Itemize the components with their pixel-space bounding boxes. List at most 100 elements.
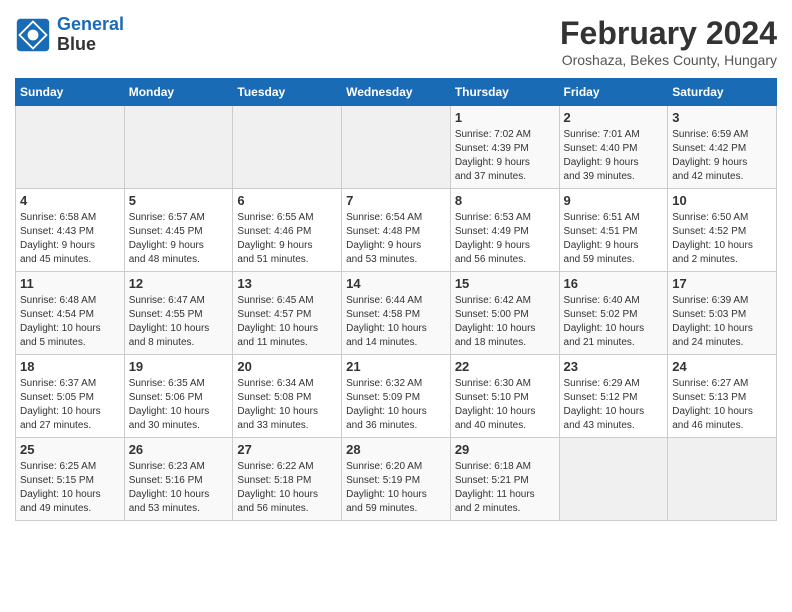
logo-text: General Blue <box>57 15 124 55</box>
calendar-cell: 19 Sunrise: 6:35 AM Sunset: 5:06 PM Dayli… <box>124 355 233 438</box>
calendar-cell: 8 Sunrise: 6:53 AM Sunset: 4:49 PM Daylig… <box>450 189 559 272</box>
calendar-cell: 23 Sunrise: 6:29 AM Sunset: 5:12 PM Dayli… <box>559 355 668 438</box>
calendar-cell <box>342 106 451 189</box>
weekday-header-row: SundayMondayTuesdayWednesdayThursdayFrid… <box>16 79 777 106</box>
calendar-cell: 27 Sunrise: 6:22 AM Sunset: 5:18 PM Dayli… <box>233 438 342 521</box>
day-info: Sunrise: 6:37 AM Sunset: 5:05 PM Dayligh… <box>20 377 120 433</box>
calendar-cell: 13 Sunrise: 6:45 AM Sunset: 4:57 PM Dayli… <box>233 272 342 355</box>
calendar-cell: 2Sunrise: 7:01 AM Sunset: 4:40 PM Daylig… <box>559 106 668 189</box>
day-info: Sunrise: 6:29 AM Sunset: 5:12 PM Dayligh… <box>564 377 664 433</box>
calendar-table: SundayMondayTuesdayWednesdayThursdayFrid… <box>15 78 777 521</box>
calendar-cell: 15 Sunrise: 6:42 AM Sunset: 5:00 PM Dayli… <box>450 272 559 355</box>
day-info: Sunrise: 6:59 AM Sunset: 4:42 PM Dayligh… <box>672 128 772 184</box>
calendar-cell: 21Sunrise: 6:32 AM Sunset: 5:09 PM Dayli… <box>342 355 451 438</box>
month-title: February 2024 <box>560 15 777 52</box>
day-info: Sunrise: 6:35 AM Sunset: 5:06 PM Dayligh… <box>129 377 229 433</box>
calendar-cell: 25Sunrise: 6:25 AM Sunset: 5:15 PM Dayli… <box>16 438 125 521</box>
day-number: 16 <box>564 276 664 291</box>
day-info: Sunrise: 6:34 AM Sunset: 5:08 PM Dayligh… <box>237 377 337 433</box>
calendar-cell: 16 Sunrise: 6:40 AM Sunset: 5:02 PM Dayli… <box>559 272 668 355</box>
calendar-cell: 12 Sunrise: 6:47 AM Sunset: 4:55 PM Dayli… <box>124 272 233 355</box>
day-number: 17 <box>672 276 772 291</box>
calendar-cell: 9Sunrise: 6:51 AM Sunset: 4:51 PM Daylig… <box>559 189 668 272</box>
day-number: 23 <box>564 359 664 374</box>
day-number: 29 <box>455 442 555 457</box>
day-info: Sunrise: 6:55 AM Sunset: 4:46 PM Dayligh… <box>237 211 337 267</box>
day-info: Sunrise: 6:23 AM Sunset: 5:16 PM Dayligh… <box>129 460 229 516</box>
day-number: 7 <box>346 193 446 208</box>
calendar-cell: 20Sunrise: 6:34 AM Sunset: 5:08 PM Dayli… <box>233 355 342 438</box>
day-info: Sunrise: 6:18 AM Sunset: 5:21 PM Dayligh… <box>455 460 555 516</box>
calendar-cell: 26 Sunrise: 6:23 AM Sunset: 5:16 PM Dayli… <box>124 438 233 521</box>
day-info: Sunrise: 6:53 AM Sunset: 4:49 PM Dayligh… <box>455 211 555 267</box>
day-number: 8 <box>455 193 555 208</box>
day-info: Sunrise: 6:40 AM Sunset: 5:02 PM Dayligh… <box>564 294 664 350</box>
title-block: February 2024 Oroshaza, Bekes County, Hu… <box>560 15 777 68</box>
calendar-cell: 10 Sunrise: 6:50 AM Sunset: 4:52 PM Dayli… <box>668 189 777 272</box>
day-info: Sunrise: 6:22 AM Sunset: 5:18 PM Dayligh… <box>237 460 337 516</box>
day-info: Sunrise: 6:32 AM Sunset: 5:09 PM Dayligh… <box>346 377 446 433</box>
day-info: Sunrise: 6:50 AM Sunset: 4:52 PM Dayligh… <box>672 211 772 267</box>
day-info: Sunrise: 6:39 AM Sunset: 5:03 PM Dayligh… <box>672 294 772 350</box>
day-number: 22 <box>455 359 555 374</box>
calendar-cell: 11 Sunrise: 6:48 AM Sunset: 4:54 PM Dayli… <box>16 272 125 355</box>
day-number: 27 <box>237 442 337 457</box>
day-number: 14 <box>346 276 446 291</box>
calendar-cell <box>668 438 777 521</box>
weekday-header: Sunday <box>16 79 125 106</box>
day-number: 11 <box>20 276 120 291</box>
calendar-cell <box>124 106 233 189</box>
day-number: 13 <box>237 276 337 291</box>
calendar-cell: 7 Sunrise: 6:54 AM Sunset: 4:48 PM Daylig… <box>342 189 451 272</box>
day-number: 24 <box>672 359 772 374</box>
calendar-cell: 24 Sunrise: 6:27 AM Sunset: 5:13 PM Dayli… <box>668 355 777 438</box>
weekday-header: Friday <box>559 79 668 106</box>
calendar-cell: 5Sunrise: 6:57 AM Sunset: 4:45 PM Daylig… <box>124 189 233 272</box>
calendar-week-row: 4 Sunrise: 6:58 AM Sunset: 4:43 PM Daylig… <box>16 189 777 272</box>
day-number: 15 <box>455 276 555 291</box>
weekday-header: Wednesday <box>342 79 451 106</box>
calendar-cell: 18Sunrise: 6:37 AM Sunset: 5:05 PM Dayli… <box>16 355 125 438</box>
day-number: 26 <box>129 442 229 457</box>
day-info: Sunrise: 6:27 AM Sunset: 5:13 PM Dayligh… <box>672 377 772 433</box>
day-number: 28 <box>346 442 446 457</box>
calendar-cell <box>16 106 125 189</box>
day-number: 10 <box>672 193 772 208</box>
day-number: 4 <box>20 193 120 208</box>
day-number: 19 <box>129 359 229 374</box>
day-number: 9 <box>564 193 664 208</box>
logo-line1: General <box>57 14 124 34</box>
calendar-week-row: 18Sunrise: 6:37 AM Sunset: 5:05 PM Dayli… <box>16 355 777 438</box>
day-info: Sunrise: 6:44 AM Sunset: 4:58 PM Dayligh… <box>346 294 446 350</box>
calendar-cell: 22 Sunrise: 6:30 AM Sunset: 5:10 PM Dayli… <box>450 355 559 438</box>
calendar-week-row: 25Sunrise: 6:25 AM Sunset: 5:15 PM Dayli… <box>16 438 777 521</box>
calendar-cell: 4 Sunrise: 6:58 AM Sunset: 4:43 PM Daylig… <box>16 189 125 272</box>
day-number: 12 <box>129 276 229 291</box>
logo: General Blue <box>15 15 124 55</box>
calendar-cell: 3 Sunrise: 6:59 AM Sunset: 4:42 PM Daylig… <box>668 106 777 189</box>
calendar-cell: 1 Sunrise: 7:02 AM Sunset: 4:39 PM Daylig… <box>450 106 559 189</box>
calendar-cell <box>559 438 668 521</box>
day-info: Sunrise: 6:58 AM Sunset: 4:43 PM Dayligh… <box>20 211 120 267</box>
day-number: 25 <box>20 442 120 457</box>
weekday-header: Tuesday <box>233 79 342 106</box>
location: Oroshaza, Bekes County, Hungary <box>560 52 777 68</box>
day-info: Sunrise: 6:48 AM Sunset: 4:54 PM Dayligh… <box>20 294 120 350</box>
day-number: 5 <box>129 193 229 208</box>
weekday-header: Monday <box>124 79 233 106</box>
calendar-cell: 28Sunrise: 6:20 AM Sunset: 5:19 PM Dayli… <box>342 438 451 521</box>
logo-icon <box>15 17 51 53</box>
logo-line2: Blue <box>57 35 124 55</box>
day-number: 6 <box>237 193 337 208</box>
day-info: Sunrise: 6:54 AM Sunset: 4:48 PM Dayligh… <box>346 211 446 267</box>
day-info: Sunrise: 6:30 AM Sunset: 5:10 PM Dayligh… <box>455 377 555 433</box>
day-info: Sunrise: 6:45 AM Sunset: 4:57 PM Dayligh… <box>237 294 337 350</box>
calendar-cell: 17 Sunrise: 6:39 AM Sunset: 5:03 PM Dayli… <box>668 272 777 355</box>
day-info: Sunrise: 7:02 AM Sunset: 4:39 PM Dayligh… <box>455 128 555 184</box>
day-info: Sunrise: 6:47 AM Sunset: 4:55 PM Dayligh… <box>129 294 229 350</box>
day-info: Sunrise: 6:42 AM Sunset: 5:00 PM Dayligh… <box>455 294 555 350</box>
day-number: 3 <box>672 110 772 125</box>
calendar-cell <box>233 106 342 189</box>
day-number: 1 <box>455 110 555 125</box>
weekday-header: Thursday <box>450 79 559 106</box>
